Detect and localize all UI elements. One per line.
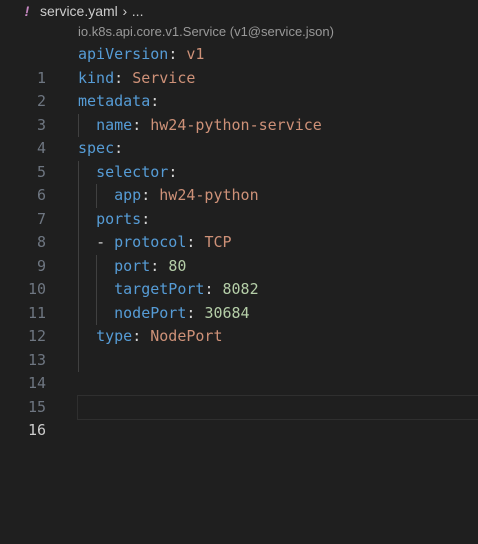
- yaml-key: spec: [78, 139, 115, 157]
- code-editor[interactable]: ! service.yaml › ... io.k8s.api.core.v1.…: [0, 0, 478, 544]
- yaml-key: protocol: [114, 233, 187, 251]
- yaml-key: ports: [96, 209, 142, 228]
- chevron-right-icon: ›: [122, 3, 128, 19]
- yaml-key: name: [96, 115, 133, 134]
- indent-guide: [78, 207, 79, 231]
- indent-guide: [78, 348, 79, 372]
- indent-guide: [78, 254, 79, 278]
- yaml-value: TCP: [204, 233, 232, 251]
- yaml-value: 80: [168, 256, 187, 275]
- yaml-key: kind: [78, 68, 115, 87]
- indent-guide: [96, 278, 97, 302]
- code-line[interactable]: 10 port: 80: [0, 254, 478, 298]
- breadcrumb-file[interactable]: service.yaml: [40, 3, 118, 19]
- line-number: 16: [27, 421, 46, 439]
- line-content[interactable]: nodePort: 30684: [78, 301, 478, 325]
- line-content[interactable]: targetPort: 8082: [78, 278, 478, 302]
- line-content[interactable]: kind: Service: [78, 67, 478, 91]
- yaml-value: v1: [186, 45, 205, 63]
- code-line[interactable]: 1 apiVersion: v1: [0, 43, 478, 87]
- yaml-key: type: [96, 327, 133, 345]
- yaml-value: hw24-python-service: [150, 115, 322, 134]
- yaml-key: targetPort: [114, 280, 205, 298]
- indent-guide: [78, 325, 79, 349]
- code-line[interactable]: 6 selector:: [0, 160, 478, 204]
- line-content[interactable]: apiVersion: v1: [78, 43, 478, 67]
- code-line-current[interactable]: 16: [0, 394, 478, 439]
- line-content[interactable]: - protocol: TCP: [78, 231, 478, 255]
- yaml-key: apiVersion: [78, 45, 169, 63]
- code-line[interactable]: 4 name: hw24-python-service: [0, 113, 478, 157]
- code-line[interactable]: 9 - protocol: TCP: [0, 231, 478, 275]
- indent-guide: [78, 113, 79, 137]
- indent-guide: [78, 278, 79, 302]
- line-content[interactable]: ports:: [78, 207, 478, 231]
- indent-guide: [78, 231, 79, 255]
- breadcrumb: ! service.yaml › ...: [0, 0, 144, 22]
- line-content[interactable]: app: hw24-python: [78, 184, 478, 208]
- yaml-value: 30684: [204, 303, 250, 322]
- line-content[interactable]: [77, 394, 478, 420]
- yaml-key: app: [114, 186, 142, 204]
- list-dash: -: [96, 233, 115, 251]
- line-content[interactable]: metadata:: [78, 90, 478, 114]
- yaml-key: nodePort: [114, 303, 187, 322]
- line-content[interactable]: name: hw24-python-service: [78, 113, 478, 137]
- exclamation-icon: !: [24, 3, 30, 19]
- code-line[interactable]: 15: [0, 372, 478, 416]
- yaml-key: port: [114, 256, 151, 275]
- code-line[interactable]: 2 kind: Service: [0, 67, 478, 111]
- yaml-value: hw24-python: [159, 186, 259, 204]
- breadcrumb-ellipsis[interactable]: ...: [132, 3, 144, 19]
- line-content[interactable]: selector:: [78, 160, 478, 184]
- indent-guide: [96, 301, 97, 325]
- line-content[interactable]: [78, 348, 478, 372]
- yaml-key: selector: [96, 162, 169, 181]
- yaml-key: metadata: [78, 92, 151, 110]
- schema-codelens[interactable]: io.k8s.api.core.v1.Service (v1@service.j…: [78, 24, 334, 44]
- code-lines: 1 apiVersion: v1 2 kind: Service 3 metad…: [0, 43, 478, 439]
- line-content[interactable]: [78, 372, 478, 396]
- code-line[interactable]: 5 spec:: [0, 137, 478, 181]
- indent-guide: [96, 184, 97, 208]
- code-line[interactable]: 14: [0, 348, 478, 392]
- yaml-value: 8082: [222, 280, 259, 298]
- indent-guide: [96, 254, 97, 278]
- yaml-value: NodePort: [150, 327, 223, 345]
- code-line[interactable]: 12 nodePort: 30684: [0, 301, 478, 345]
- indent-guide: [78, 184, 79, 208]
- code-line[interactable]: 11 targetPort: 8082: [0, 278, 478, 322]
- code-line[interactable]: 8 ports:: [0, 207, 478, 251]
- code-line[interactable]: 7 app: hw24-python: [0, 184, 478, 228]
- indent-guide: [78, 301, 79, 325]
- line-content[interactable]: spec:: [78, 137, 478, 161]
- yaml-value: Service: [132, 68, 196, 87]
- code-line[interactable]: 3 metadata:: [0, 90, 478, 134]
- line-content[interactable]: type: NodePort: [78, 325, 478, 349]
- code-line[interactable]: 13 type: NodePort: [0, 325, 478, 369]
- line-content[interactable]: port: 80: [78, 254, 478, 278]
- indent-guide: [78, 160, 79, 184]
